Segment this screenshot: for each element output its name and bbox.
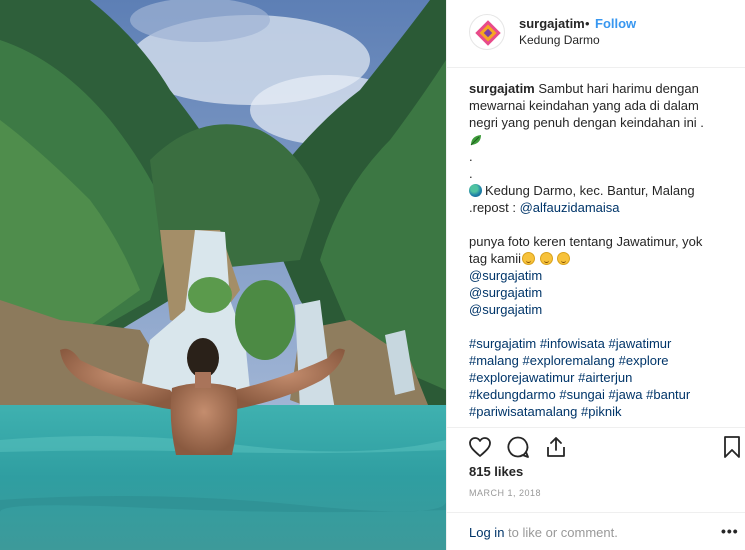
hashtag-link[interactable]: #airterjun [578,370,632,385]
bookmark-icon [724,436,740,458]
share-icon [547,437,565,457]
follow-button[interactable]: Follow [595,16,636,31]
hashtag-link[interactable]: #explore [619,353,669,368]
caption-username-link[interactable]: surgajatim [469,81,535,96]
caption-text-line: punya foto keren tentang Jawatimur, yok [469,234,703,249]
login-prompt: Log in to like or comment. [469,525,618,540]
caption-line [469,131,737,148]
smiley-emoji-icon [522,252,536,265]
post-header: surgajatim • Follow Kedung Darmo [447,0,745,68]
mention-link[interactable]: @surgajatim [469,285,542,300]
smiley-emoji-icon [557,252,571,265]
hashtag-line: #kedungdarmo #sungai #jawa #bantur [469,386,737,403]
mention-link[interactable]: @surgajatim [469,302,542,317]
more-options-button[interactable]: ••• [721,523,739,539]
caption-line: surgajatim Sambut hari harimu dengan [469,80,737,97]
post-side-panel: surgajatim • Follow Kedung Darmo surgaja… [446,0,745,550]
hashtag-line: #pariwisatamalang #piknik [469,403,737,420]
heart-icon [469,437,491,457]
globe-emoji-icon [469,184,482,197]
surgajatim-logo-icon [475,20,501,46]
comment-button[interactable] [505,434,531,460]
caption-location-text: Kedung Darmo, kec. Bantur, Malang [485,183,695,198]
post-date[interactable]: MARCH 1, 2018 [469,488,541,498]
header-separator: • [585,16,590,31]
login-row: Log in to like or comment. ••• [447,512,745,550]
caption-text-line: mewarnai keindahan yang ada di dalam [469,98,699,113]
avatar[interactable] [469,14,505,50]
repost-prefix: .repost : [469,200,520,215]
hashtag-link[interactable]: #pariwisatamalang [469,404,577,419]
like-button[interactable] [467,434,493,460]
post-caption: surgajatim Sambut hari harimu dengan mew… [469,80,737,420]
hashtag-link[interactable]: #exploremalang [523,353,616,368]
smiley-emoji-icon [539,252,553,265]
hashtag-link[interactable]: #kedungdarmo [469,387,556,402]
hashtag-line: #malang #exploremalang #explore [469,352,737,369]
post-actions-bar [447,427,745,463]
hashtag-link[interactable]: #bantur [646,387,690,402]
hashtag-link[interactable]: #jawatimur [609,336,672,351]
caption-dot: . [469,166,473,181]
hashtag-link[interactable]: #malang [469,353,519,368]
caption-dot: . [469,149,473,164]
post-photo[interactable] [0,0,446,550]
hashtag-line: #surgajatim #infowisata #jawatimur [469,335,737,352]
leaf-emoji-icon [470,135,481,146]
caption-line: .repost : @alfauzidamaisa [469,199,737,216]
caption-line: tag kamii [469,250,737,267]
likes-count[interactable]: 815 likes [469,464,523,479]
mention-link[interactable]: @surgajatim [469,268,542,283]
location-link[interactable]: Kedung Darmo [519,33,600,47]
hashtag-link[interactable]: #sungai [559,387,605,402]
save-button[interactable] [719,434,745,460]
login-link[interactable]: Log in [469,525,504,540]
hashtag-link[interactable]: #infowisata [540,336,605,351]
login-prompt-text: to like or comment. [504,525,618,540]
caption-line: Kedung Darmo, kec. Bantur, Malang [469,182,737,199]
hashtag-link[interactable]: #jawa [609,387,643,402]
caption-text-line: negri yang penuh dengan keindahan ini . [469,115,704,130]
hashtag-link[interactable]: #surgajatim [469,336,536,351]
header-username-link[interactable]: surgajatim [519,16,585,31]
hashtag-link[interactable]: #piknik [581,404,621,419]
share-button[interactable] [543,434,569,460]
hashtag-line: #explorejawatimur #airterjun [469,369,737,386]
caption-text: tag kamii [469,251,522,266]
repost-mention-link[interactable]: @alfauzidamaisa [520,200,620,215]
waterfall-photo-image [0,0,446,550]
caption-text: Sambut hari harimu dengan [538,81,699,96]
hashtag-link[interactable]: #explorejawatimur [469,370,575,385]
comment-icon [507,436,529,458]
